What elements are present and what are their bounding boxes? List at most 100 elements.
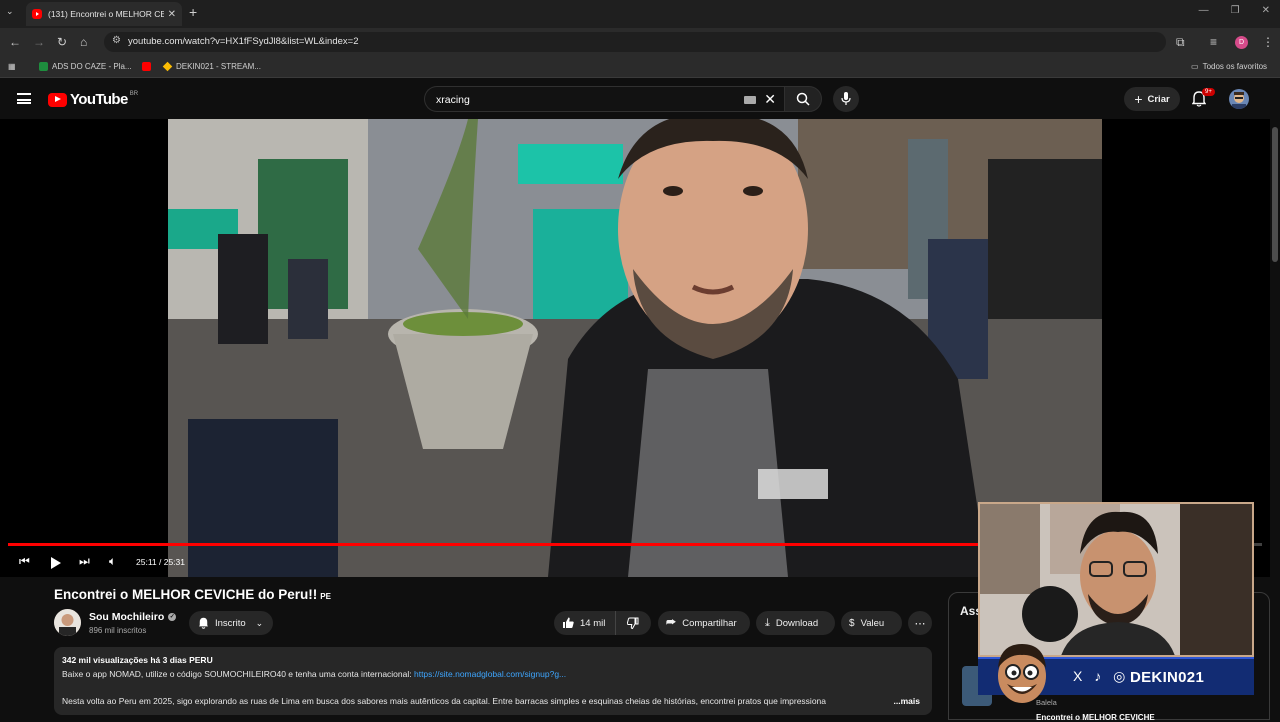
hamburger-menu-icon[interactable] (17, 93, 31, 104)
clear-search-icon[interactable]: ✕ (764, 91, 776, 108)
search-input[interactable]: xracing ✕ (424, 86, 784, 112)
window-controls: — ❐ ✕ (1199, 5, 1270, 16)
minimize-icon[interactable]: — (1199, 5, 1209, 16)
reading-list-icon[interactable]: ≡ (1210, 35, 1217, 49)
home-icon[interactable]: ⌂ (80, 35, 87, 49)
flag-text: PE (320, 592, 331, 601)
microphone-icon (841, 92, 851, 105)
download-button[interactable]: ⤓ Download (756, 611, 835, 635)
extensions-icon[interactable]: ⧉ (1176, 35, 1185, 49)
channel-name-text: Sou Mochileiro (89, 611, 165, 623)
browser-tab-bar: ⌄ (131) Encontrei o MELHOR CEVIC ✕ + — ❐… (0, 0, 1280, 28)
download-label: Download (775, 617, 819, 629)
browser-menu-icon[interactable]: ⋮ (1262, 35, 1274, 49)
country-code: BR (129, 90, 139, 97)
thumbs-down-icon (627, 617, 639, 629)
search-query-text: xracing (436, 94, 470, 106)
youtube-wordmark: YouTube (70, 91, 128, 108)
video-title-text: Encontrei o MELHOR CEVICHE do Peru!! (54, 587, 318, 602)
thanks-button[interactable]: $ Valeu (841, 611, 902, 635)
thumbs-up-icon (563, 617, 574, 628)
site-info-icon[interactable]: ⚙ (112, 35, 121, 46)
youtube-logo[interactable]: YouTube BR (48, 91, 138, 108)
new-tab-icon[interactable]: + (189, 4, 197, 20)
tab-search-icon[interactable]: ⌄ (6, 6, 14, 17)
bookmark-ads[interactable]: ADS DO CAZE - Pla... (39, 62, 132, 71)
bookmark-label: ADS DO CAZE - Pla... (52, 62, 132, 71)
subscribed-label: Inscrito (215, 617, 246, 629)
volume-icon[interactable]: 🔈︎ (109, 554, 116, 569)
chevron-down-icon: ⌄ (255, 617, 264, 628)
description-line-2: Nesta volta ao Peru em 2025, sigo explor… (62, 696, 826, 706)
face-icon (1232, 92, 1246, 109)
search-icon (796, 92, 810, 106)
create-label: Criar (1147, 93, 1170, 105)
channel-avatar[interactable] (54, 609, 81, 636)
previous-icon[interactable]: ⏮ (19, 554, 30, 569)
back-icon[interactable]: ← (9, 35, 21, 49)
description-line-1: Baixe o app NOMAD, utilize o código SOUM… (62, 669, 566, 679)
channel-name[interactable]: Sou Mochileiro ✓ (89, 611, 177, 623)
folder-icon: ▭ (1191, 62, 1199, 71)
youtube-favicon-icon (32, 9, 42, 19)
share-label: Compartilhar (682, 617, 737, 629)
mascot-avatar-icon (998, 644, 1046, 703)
playlist-item-title[interactable]: Encontrei o MELHOR CEVICHE (1036, 713, 1155, 722)
thanks-label: Valeu (860, 617, 885, 629)
social-icons: X ♪ ◎ (1073, 668, 1130, 684)
like-count: 14 mil (580, 617, 606, 629)
create-button[interactable]: + Criar (1124, 87, 1180, 111)
close-tab-icon[interactable]: ✕ (168, 9, 176, 20)
sheets-icon (39, 62, 48, 71)
promo-text: Baixe o app NOMAD, utilize o código SOUM… (62, 669, 414, 679)
dislike-button[interactable] (616, 617, 639, 629)
restore-icon[interactable]: ❐ (1231, 5, 1240, 16)
next-icon[interactable]: ⏭ (79, 554, 90, 569)
plus-icon: + (1134, 91, 1143, 107)
forward-icon[interactable]: → (33, 35, 45, 49)
search-button[interactable] (784, 86, 822, 112)
keyboard-icon[interactable] (744, 96, 756, 104)
streamer-cam-image (980, 504, 1252, 655)
page-scrollbar[interactable] (1270, 119, 1280, 720)
voice-search-button[interactable] (833, 86, 859, 112)
reload-icon[interactable]: ↻ (57, 35, 67, 49)
channel-face-icon (54, 609, 81, 636)
like-button[interactable]: 14 mil (554, 611, 616, 635)
profile-avatar[interactable]: D (1235, 36, 1248, 49)
apps-icon[interactable]: ▦ (8, 62, 16, 71)
webcam-overlay (978, 502, 1254, 657)
url-text: youtube.com/watch?v=HX1fFSydJl8&list=WL&… (128, 36, 359, 47)
scrollbar-thumb[interactable] (1272, 127, 1278, 262)
drive-icon (162, 61, 173, 72)
bookmark-dekin[interactable]: DEKIN021 - STREAM... (162, 61, 261, 72)
more-actions-icon[interactable]: ⋯ (908, 611, 932, 635)
notification-badge: 9+ (1202, 88, 1215, 96)
promo-link[interactable]: https://site.nomadglobal.com/signup?g... (414, 669, 566, 679)
video-scene-image (168, 119, 1102, 577)
like-dislike-group: 14 mil (554, 611, 651, 635)
browser-tab[interactable]: (131) Encontrei o MELHOR CEVIC ✕ (26, 2, 182, 26)
description-box[interactable]: 342 mil visualizações há 3 dias PERU Bai… (54, 647, 932, 715)
account-avatar[interactable] (1229, 89, 1249, 109)
video-title: Encontrei o MELHOR CEVICHE do Peru!! PE (54, 587, 331, 602)
address-bar[interactable]: ⚙ youtube.com/watch?v=HX1fFSydJl8&list=W… (104, 32, 1166, 52)
bookmarks-bar: ▦ ADS DO CAZE - Pla... DEKIN021 - STREAM… (0, 56, 1280, 78)
video-frame[interactable] (168, 119, 1102, 577)
views-meta: 342 mil visualizações há 3 dias PERU (62, 655, 213, 665)
subscriber-count: 896 mil inscritos (89, 626, 147, 635)
all-bookmarks[interactable]: ▭ Todos os favoritos (1191, 62, 1267, 71)
close-window-icon[interactable]: ✕ (1262, 5, 1270, 16)
play-icon[interactable] (50, 557, 61, 569)
share-button[interactable]: ⮫ Compartilhar (658, 611, 750, 635)
subscribed-button[interactable]: Inscrito ⌄ (189, 611, 273, 635)
bookmark-youtube[interactable] (142, 62, 151, 71)
show-more-link[interactable]: ...mais (894, 696, 920, 706)
youtube-bookmark-icon (142, 62, 151, 71)
share-arrow-icon: ⮫ (666, 616, 677, 629)
verified-icon: ✓ (168, 613, 177, 621)
bookmark-label: DEKIN021 - STREAM... (176, 62, 261, 71)
bell-ring-icon (199, 617, 208, 629)
youtube-play-icon (48, 92, 67, 107)
all-bookmarks-label: Todos os favoritos (1202, 62, 1268, 71)
